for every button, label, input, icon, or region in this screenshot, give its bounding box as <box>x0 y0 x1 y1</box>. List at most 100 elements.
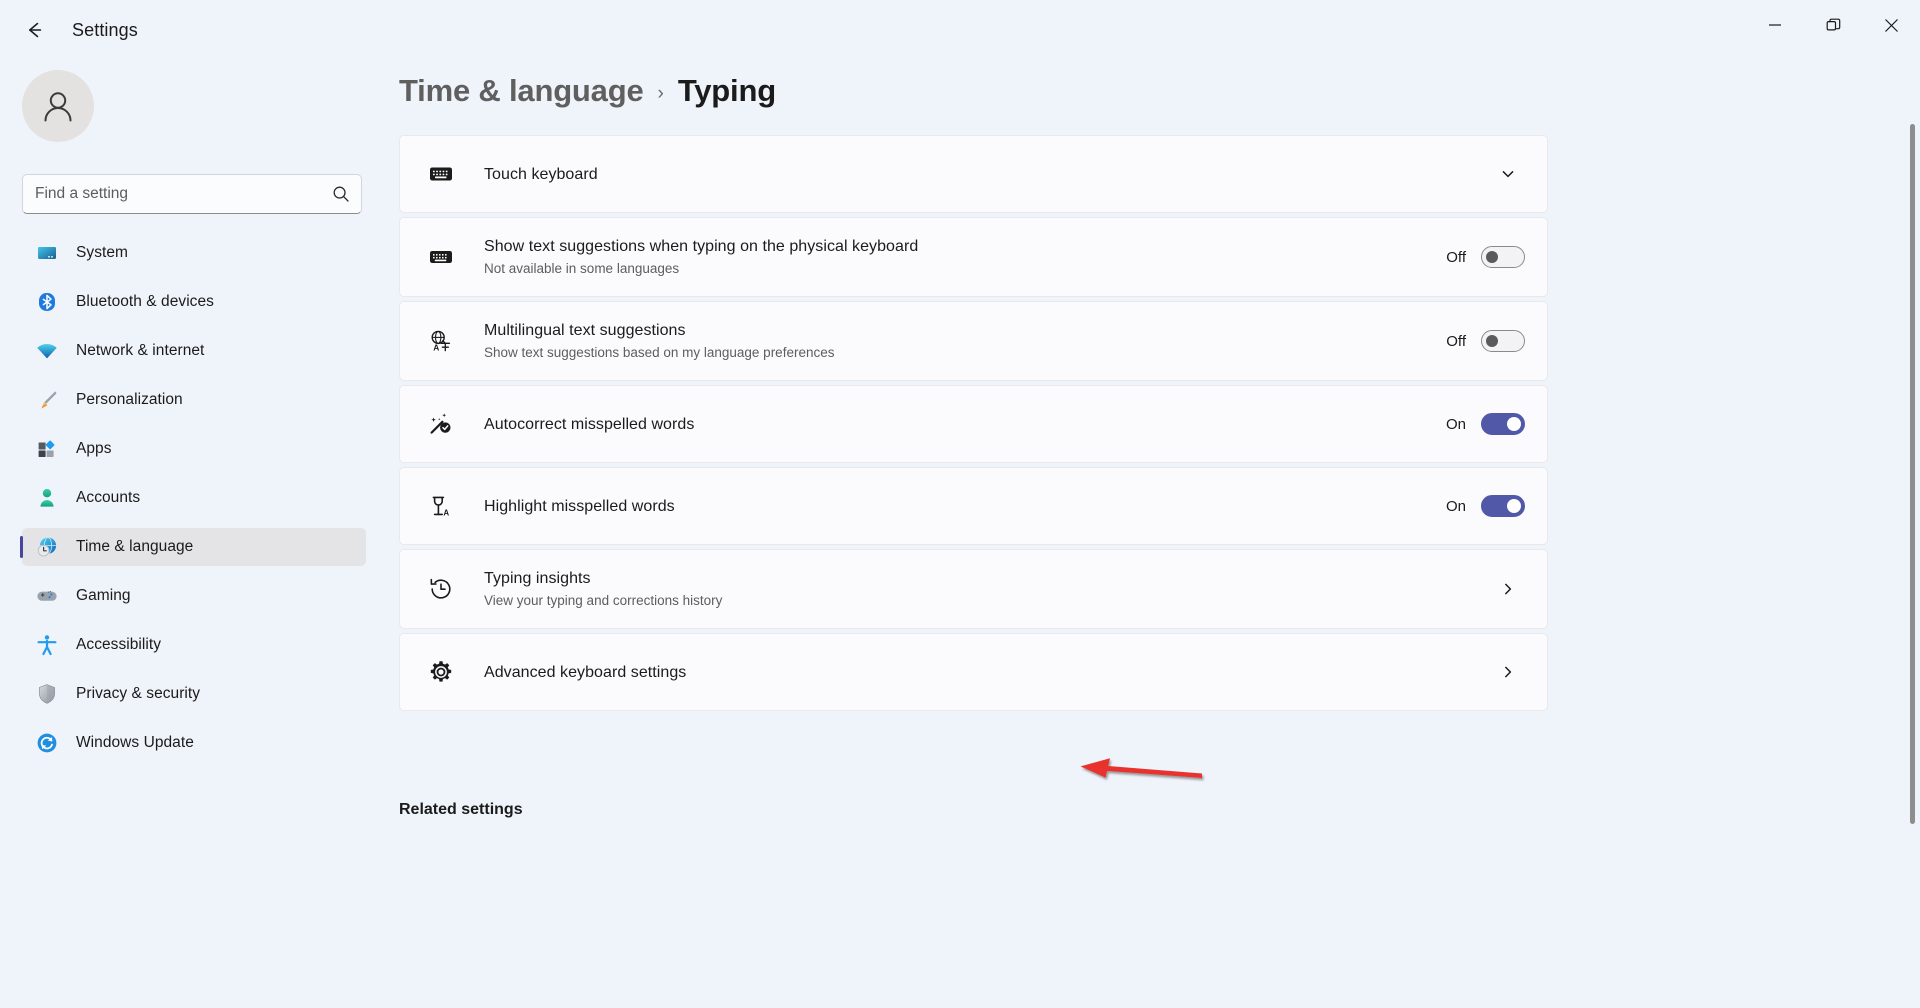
breadcrumb-parent-link[interactable]: Time & language <box>399 73 644 109</box>
touch-keyboard-icon <box>424 157 458 191</box>
toggle-state-label: Off <box>1446 248 1466 266</box>
sidebar-item-network-internet[interactable]: Network & internet <box>22 332 366 370</box>
accessibility-icon <box>34 633 60 657</box>
wifi-icon <box>34 339 60 363</box>
setting-subtitle: View your typing and corrections history <box>484 593 723 608</box>
close-button[interactable] <box>1862 0 1920 50</box>
toggle-thumb <box>1507 417 1521 431</box>
toggle-highlight-misspelled-words[interactable] <box>1481 495 1525 517</box>
setting-text: Highlight misspelled words <box>484 496 1440 517</box>
account-icon <box>34 486 60 510</box>
setting-text: Show text suggestions when typing on the… <box>484 236 1440 278</box>
sidebar-item-personalization[interactable]: Personalization <box>22 381 366 419</box>
setting-control <box>1491 572 1525 606</box>
sidebar-item-gaming[interactable]: Gaming <box>22 577 366 615</box>
setting-title: Highlight misspelled words <box>484 497 675 515</box>
setting-title: Multilingual text suggestions <box>484 322 686 339</box>
minimize-button[interactable] <box>1746 0 1804 50</box>
setting-text: Advanced keyboard settings <box>484 662 1491 683</box>
scrollbar-track[interactable] <box>1904 60 1920 1008</box>
sidebar-item-label: Accessibility <box>76 636 162 653</box>
search-box[interactable] <box>22 174 362 214</box>
toggle-thumb <box>1486 251 1498 263</box>
toggle-thumb <box>1486 335 1498 347</box>
toggle-state-label: On <box>1445 415 1466 433</box>
sidebar-item-label: Accounts <box>76 489 141 506</box>
setting-row-typing-insights[interactable]: Typing insights View your typing and cor… <box>399 549 1548 629</box>
keyboard-icon <box>424 240 458 274</box>
setting-title: Typing insights <box>484 570 591 587</box>
gamepad-icon <box>34 584 60 608</box>
settings-list: Touch keyboard Show text suggestions whe… <box>399 135 1548 715</box>
setting-title: Show text suggestions when typing on the… <box>484 238 919 255</box>
shield-icon <box>34 682 60 706</box>
sidebar-item-label: Gaming <box>76 587 131 604</box>
restore-button[interactable] <box>1804 0 1862 50</box>
sidebar-item-label: System <box>76 244 128 261</box>
setting-row-show-text-suggestions[interactable]: Show text suggestions when typing on the… <box>399 217 1548 297</box>
red-arrow-annotation <box>1080 758 1202 778</box>
magic-wand-check-icon <box>424 407 458 441</box>
chevron-right-icon[interactable] <box>1491 655 1525 689</box>
setting-control: Off <box>1440 246 1525 268</box>
history-clock-icon <box>424 572 458 606</box>
window-controls <box>1746 0 1920 50</box>
setting-text: Multilingual text suggestions Show text … <box>484 320 1440 362</box>
sidebar-item-privacy-security[interactable]: Privacy & security <box>22 675 366 713</box>
setting-text: Typing insights View your typing and cor… <box>484 568 1491 610</box>
monitor-icon <box>34 241 60 265</box>
sidebar-item-label: Bluetooth & devices <box>76 293 214 310</box>
chevron-right-icon[interactable] <box>1491 572 1525 606</box>
sidebar-item-windows-update[interactable]: Windows Update <box>22 724 366 762</box>
setting-subtitle: Show text suggestions based on my langua… <box>484 345 835 360</box>
update-icon <box>34 731 60 755</box>
restore-icon <box>1826 18 1840 31</box>
search-input[interactable] <box>23 185 321 203</box>
setting-text: Touch keyboard <box>484 164 1491 185</box>
toggle-multilingual-text-suggestions[interactable] <box>1481 330 1525 352</box>
sidebar-item-time-language[interactable]: Time & language <box>20 528 366 566</box>
avatar[interactable] <box>22 70 94 142</box>
toggle-state-label: Off <box>1446 332 1466 350</box>
paintbrush-icon <box>34 388 60 412</box>
setting-title: Advanced keyboard settings <box>484 663 687 681</box>
toggle-state-label: On <box>1445 497 1466 515</box>
sidebar-item-accessibility[interactable]: Accessibility <box>22 626 366 664</box>
setting-row-highlight-misspelled-words[interactable]: A Highlight misspelled words On <box>399 467 1548 545</box>
search-icon <box>333 186 349 202</box>
sidebar-item-bluetooth-devices[interactable]: Bluetooth & devices <box>22 283 366 321</box>
related-settings-heading: Related settings <box>399 801 523 818</box>
setting-text: Autocorrect misspelled words <box>484 414 1440 435</box>
toggle-show-text-suggestions[interactable] <box>1481 246 1525 268</box>
minimize-icon <box>1769 24 1781 26</box>
toggle-autocorrect-misspelled-words[interactable] <box>1481 413 1525 435</box>
setting-control <box>1491 655 1525 689</box>
setting-row-multilingual-text-suggestions[interactable]: A Multilingual text suggestions Show tex… <box>399 301 1548 381</box>
setting-row-touch-keyboard[interactable]: Touch keyboard <box>399 135 1548 213</box>
chevron-down-icon[interactable] <box>1491 157 1525 191</box>
setting-subtitle: Not available in some languages <box>484 261 680 276</box>
gear-icon <box>424 655 458 689</box>
setting-row-advanced-keyboard-settings[interactable]: Advanced keyboard settings <box>399 633 1548 711</box>
sidebar-item-system[interactable]: System <box>22 234 366 272</box>
back-button[interactable] <box>12 8 56 52</box>
setting-control: On <box>1440 413 1525 435</box>
svg-text:A: A <box>443 509 449 518</box>
sidebar-item-label: Windows Update <box>76 734 194 751</box>
close-icon <box>1884 18 1898 32</box>
breadcrumb-separator-icon: › <box>657 83 664 104</box>
sidebar-item-label: Privacy & security <box>76 685 201 702</box>
highlighter-icon: A <box>424 489 458 523</box>
scrollbar-thumb[interactable] <box>1910 124 1915 824</box>
setting-row-autocorrect-misspelled-words[interactable]: Autocorrect misspelled words On <box>399 385 1548 463</box>
multilingual-icon: A <box>424 324 458 358</box>
clock-globe-icon <box>34 535 60 559</box>
sidebar-item-accounts[interactable]: Accounts <box>22 479 366 517</box>
search-button[interactable] <box>321 174 361 214</box>
sidebar-item-label: Apps <box>76 440 112 457</box>
setting-control: On <box>1440 495 1525 517</box>
title-bar: Settings <box>0 0 1920 60</box>
back-arrow-icon <box>29 22 42 38</box>
main-content: Time & language › Typing Touch keyboard … <box>388 60 1920 1008</box>
sidebar-item-apps[interactable]: Apps <box>22 430 366 468</box>
